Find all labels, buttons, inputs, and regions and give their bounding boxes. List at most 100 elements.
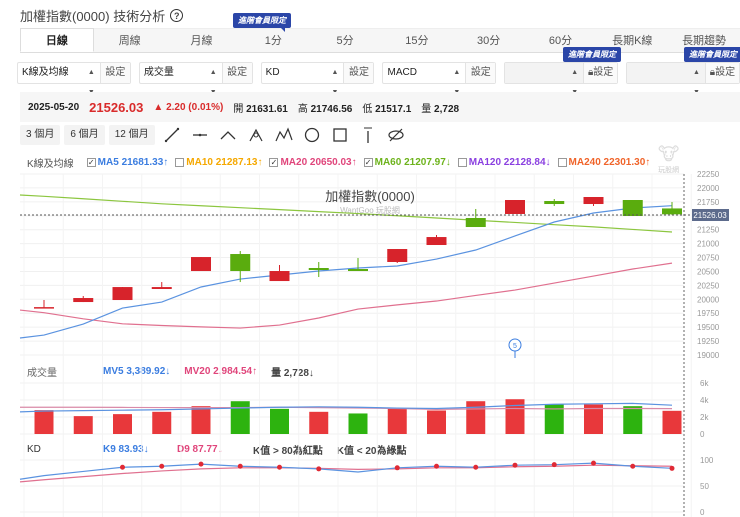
candle-down: [544, 201, 565, 205]
k-overbought-dot: [512, 462, 518, 468]
high-value: 21746.56: [310, 103, 353, 115]
candle-down: [348, 269, 368, 272]
main-indicator-select[interactable]: K線及均線▲▼: [18, 63, 100, 96]
legend-ma120[interactable]: MA120 22128.84↓: [457, 157, 551, 168]
line-tool-icon[interactable]: [161, 125, 183, 145]
macd-indicator-select[interactable]: MACD▲▼: [383, 63, 465, 96]
checkbox-checked-icon[interactable]: ✓: [269, 158, 279, 167]
help-icon[interactable]: ?: [170, 9, 184, 22]
member-badge: 進階會員限定: [684, 47, 740, 66]
circle-tool-icon[interactable]: [301, 125, 323, 145]
volume-indicator-select[interactable]: 成交量▲▼: [140, 63, 222, 96]
price-tick-label: 21750: [697, 198, 720, 207]
legend-text: MA10 21287.13↑: [186, 157, 263, 168]
high-label: 高: [297, 103, 308, 115]
volume-bar: [270, 408, 289, 434]
button-label: 設定: [593, 67, 614, 78]
settings-button[interactable]: 設定: [343, 63, 374, 83]
price-tick-label: 21000: [697, 240, 720, 249]
tab-15min[interactable]: 15分: [380, 28, 453, 52]
locked-settings-button[interactable]: 🔒︎設定: [583, 63, 618, 83]
volume-bar: [348, 413, 368, 434]
checkbox-checked-icon[interactable]: ✓: [363, 158, 373, 167]
title-text: 加權指數(0000) 技術分析: [20, 9, 166, 24]
tab-monthly[interactable]: 月線: [165, 28, 238, 52]
tab-30min[interactable]: 30分: [452, 28, 525, 52]
price-chart[interactable]: 加權指數(0000) WantGoo 玩股網 22250220002175021…: [0, 168, 740, 517]
locked-settings-button[interactable]: 🔒︎設定: [704, 63, 739, 83]
legend-ma20[interactable]: ✓ MA20 20650.03↑: [269, 157, 357, 168]
quote-date: 2025-05-20: [28, 101, 80, 113]
k-overbought-dot: [120, 464, 125, 470]
selector-volume: 成交量▲▼設定: [138, 62, 253, 96]
k-overbought-dot: [237, 463, 243, 469]
candle-down: [662, 208, 682, 215]
range-12m-button[interactable]: 12 個月: [108, 125, 155, 145]
button-label: 設定: [715, 67, 736, 78]
price-tick-label: 19750: [697, 309, 720, 318]
volume-bar: [387, 408, 407, 434]
volume-bar: [662, 410, 682, 434]
candle-up: [269, 271, 290, 282]
text-tool-icon[interactable]: [357, 125, 379, 145]
k-overbought-dot: [277, 464, 282, 470]
checkbox-icon[interactable]: [175, 158, 185, 167]
volume-bar: [34, 410, 54, 434]
price-tick-label: 19000: [697, 351, 720, 360]
quote-low: 低 21517.1: [362, 100, 411, 115]
tab-daily[interactable]: 日線: [20, 28, 94, 52]
abc-pattern-icon[interactable]: [245, 125, 267, 145]
price-tick-label: 20500: [697, 267, 720, 276]
checkbox-icon[interactable]: [557, 158, 567, 167]
k-overbought-dot: [473, 464, 479, 470]
candle-up: [73, 298, 94, 303]
price-tick-label: 22000: [697, 184, 720, 193]
member-badge: 進階會員限定: [563, 47, 621, 66]
hide-drawings-icon[interactable]: [385, 125, 407, 145]
range-toolbar: 3 個月 6 個月 12 個月: [20, 125, 407, 145]
quote-open: 開 21631.61: [233, 100, 288, 115]
volume-bar: [152, 411, 172, 434]
k-overbought-dot: [198, 461, 204, 467]
volume-tick-label: 4k: [700, 396, 709, 405]
price-tick-label: 21250: [697, 226, 720, 235]
price-tick-label: 19500: [697, 323, 720, 332]
tab-5min[interactable]: 5分: [309, 28, 381, 52]
quote-volume: 量 2,728: [421, 100, 459, 115]
volume-bar: [73, 416, 93, 434]
price-tick-label: 22250: [697, 170, 720, 179]
legend-ma10[interactable]: MA10 21287.13↑: [175, 157, 262, 168]
legend-text: MA5 21681.33↑: [97, 157, 169, 168]
settings-button[interactable]: 設定: [99, 63, 130, 83]
locked-indicator-select[interactable]: ▲▼: [505, 63, 584, 96]
quote-change: ▲ 2.20 (0.01%): [153, 101, 224, 113]
candle-up: [151, 287, 172, 290]
volume-bar: [113, 414, 132, 434]
legend-text: MA120 22128.84↓: [468, 157, 551, 168]
tab-1min[interactable]: 1分: [237, 28, 310, 52]
tab-weekly[interactable]: 周線: [93, 28, 166, 52]
legend-ma240[interactable]: MA240 22301.30↑: [557, 157, 650, 168]
kd-indicator-select[interactable]: KD▲▼: [262, 63, 344, 96]
checkbox-checked-icon[interactable]: ✓: [86, 158, 96, 167]
abcd-pattern-icon[interactable]: [273, 125, 295, 145]
kd-tick-label: 0: [700, 508, 705, 517]
price-tick-label: 20000: [697, 295, 720, 304]
legend-text: MA60 21207.97↓: [374, 157, 451, 168]
settings-button[interactable]: 設定: [221, 63, 252, 83]
settings-button[interactable]: 設定: [465, 63, 496, 83]
range-6m-button[interactable]: 6 個月: [64, 125, 105, 145]
open-label: 開: [233, 103, 244, 115]
legend-ma5[interactable]: ✓ MA5 21681.33↑: [86, 157, 169, 168]
range-3m-button[interactable]: 3 個月: [20, 125, 61, 145]
legend-text: MA20 20650.03↑: [280, 157, 357, 168]
angle-tool-icon[interactable]: [217, 125, 239, 145]
period-tabs: 日線 周線 月線 1分 5分 15分 30分 60分 長期K線 長期趨勢: [20, 28, 740, 53]
select-value: KD: [265, 67, 280, 78]
horizontal-line-icon[interactable]: [189, 125, 211, 145]
legend-ma60[interactable]: ✓ MA60 21207.97↓: [363, 157, 451, 168]
checkbox-icon[interactable]: [457, 158, 467, 167]
rectangle-tool-icon[interactable]: [329, 125, 351, 145]
locked-indicator-select[interactable]: ▲▼: [627, 63, 705, 96]
volume-bar: [309, 411, 329, 434]
